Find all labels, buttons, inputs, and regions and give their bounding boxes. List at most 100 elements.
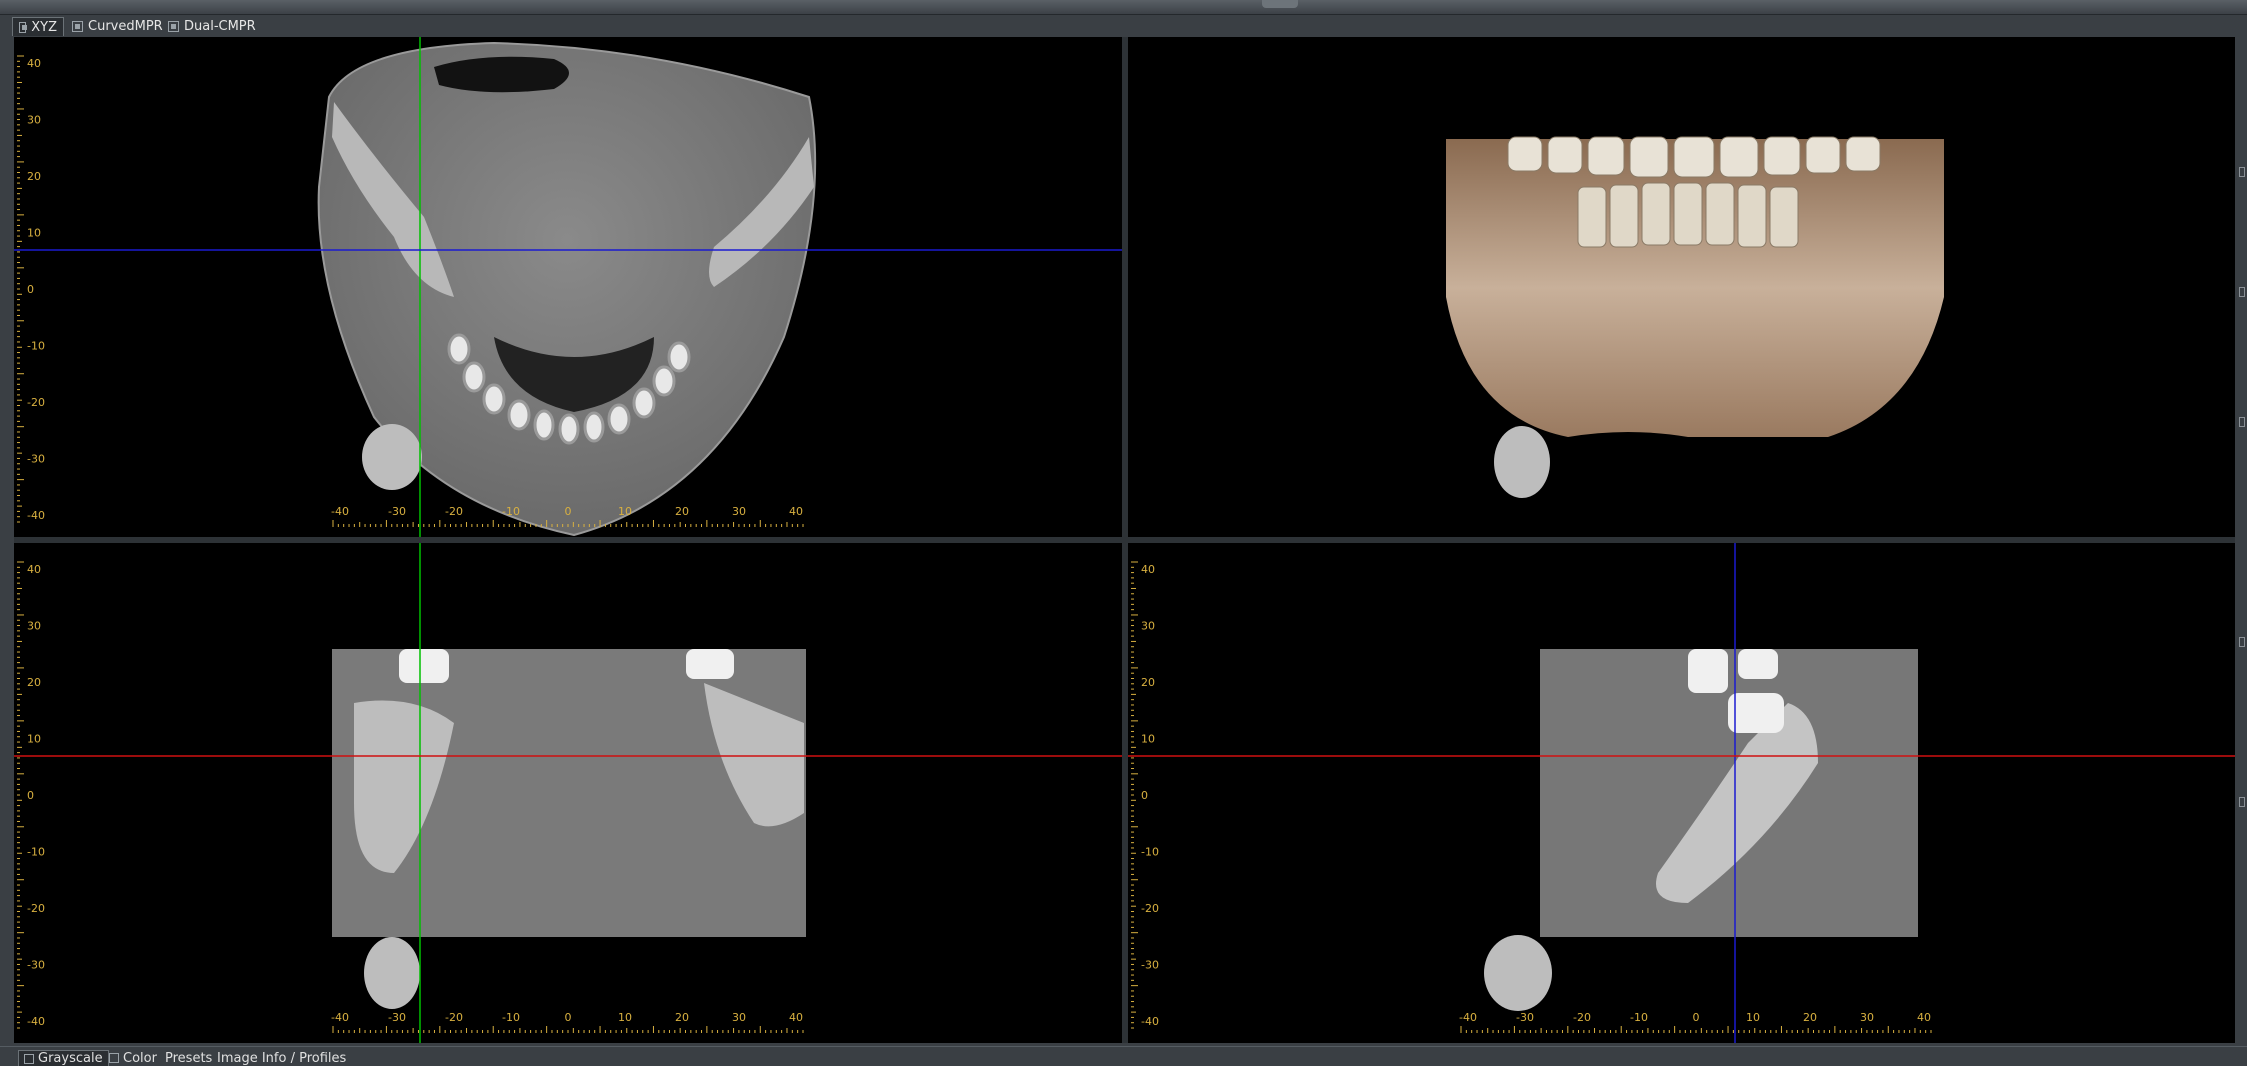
- ruler-tick-label: 20: [27, 676, 41, 689]
- ruler-tick-label: 30: [27, 114, 41, 127]
- ruler-tick-label: -20: [445, 505, 463, 518]
- volume-3d-svg: [1446, 136, 1944, 498]
- side-marker[interactable]: [2239, 167, 2245, 177]
- ruler-tick-label: 40: [1917, 1011, 1931, 1024]
- ruler-tick-label: 30: [27, 620, 41, 633]
- sagittal-svg: 40 30 20 10 0 -10 -20 -30 -40 -40 -30 -20 -10 0 10 20 3…: [1128, 543, 2235, 1043]
- side-marker[interactable]: [2239, 637, 2245, 647]
- side-marker[interactable]: [2239, 797, 2245, 807]
- ruler-tick-label: -30: [27, 959, 45, 972]
- head-profile-orientation-icon: [1484, 935, 1552, 1011]
- ruler-tick-label: 40: [27, 563, 41, 576]
- tab-curvedmpr[interactable]: CurvedMPR: [66, 17, 169, 36]
- tab-image-info-label: Image Info / Profiles: [217, 1050, 347, 1066]
- ruler-tick-label: -40: [331, 505, 349, 518]
- ruler-tick-label: -10: [1630, 1011, 1648, 1024]
- upper-teeth-row: [1507, 136, 1881, 178]
- ruler-tick-label: -20: [1573, 1011, 1591, 1024]
- ruler-tick-label: -40: [27, 1015, 45, 1028]
- ruler-tick-label: -40: [1459, 1011, 1477, 1024]
- ruler-tick-label: 0: [565, 1011, 572, 1024]
- ruler-tick-label: -10: [1141, 846, 1159, 859]
- ruler-tick-label: 0: [1693, 1011, 1700, 1024]
- ruler-tick-label: -30: [388, 505, 406, 518]
- ruler-tick-label: 30: [732, 505, 746, 518]
- ruler-tick-label: 20: [1141, 676, 1155, 689]
- tab-dual-cmpr-label: Dual-CMPR: [184, 19, 256, 34]
- ruler-tick-label: -40: [1141, 1015, 1159, 1028]
- tab-xyz-label: XYZ: [31, 19, 57, 35]
- side-marker[interactable]: [2239, 287, 2245, 297]
- sagittal-vertical-ruler: 40 30 20 10 0 -10 -20 -30 -40: [1131, 561, 1159, 1029]
- tab-presets-label: Presets: [165, 1050, 213, 1066]
- ruler-tick-label: 0: [565, 505, 572, 518]
- ruler-tick-label: 20: [675, 505, 689, 518]
- airway: [434, 56, 569, 93]
- sagittal-viewport[interactable]: 40 30 20 10 0 -10 -20 -30 -40 -40 -30 -20 -10 0 10 20 3…: [1128, 543, 2235, 1043]
- tab-presets[interactable]: Presets: [160, 1050, 217, 1066]
- ruler-tick-label: 40: [27, 57, 41, 70]
- ruler-tick-label: -40: [27, 509, 45, 522]
- ruler-tick-label: -10: [502, 1011, 520, 1024]
- ruler-tick-label: -20: [1141, 902, 1159, 915]
- tab-curvedmpr-label: CurvedMPR: [88, 19, 163, 34]
- coronal-horizontal-ruler: -40 -30 -20 -10 0 10 20 30 40: [331, 1011, 804, 1033]
- ruler-tick-label: -30: [388, 1011, 406, 1024]
- tab-color[interactable]: Color: [104, 1050, 162, 1066]
- volume-3d-viewport[interactable]: [1128, 37, 2235, 537]
- face-orientation-icon: [1494, 426, 1550, 498]
- ruler-tick-label: -30: [1516, 1011, 1534, 1024]
- right-edge-strip: [2237, 37, 2247, 1043]
- ruler-tick-label: -10: [27, 846, 45, 859]
- ruler-tick-label: 30: [732, 1011, 746, 1024]
- curve-icon: [72, 21, 83, 32]
- ruler-tick-label: 40: [789, 505, 803, 518]
- sagittal-horizontal-ruler: -40 -30 -20 -10 0 10 20 30 40: [1459, 1011, 1932, 1033]
- ruler-tick-label: 40: [1141, 563, 1155, 576]
- axial-vertical-ruler: 40 30 20 10 0 -10 -20 -30 -40: [17, 55, 45, 523]
- ruler-tick-label: -10: [27, 340, 45, 353]
- side-marker[interactable]: [2239, 417, 2245, 427]
- tab-xyz[interactable]: XYZ: [12, 17, 64, 36]
- ruler-tick-label: 30: [1141, 620, 1155, 633]
- ruler-tick-label: 40: [789, 1011, 803, 1024]
- ruler-tick-label: -20: [27, 902, 45, 915]
- axial-viewport[interactable]: 40 30 20 10 0 -10 -20 -30 -40 -40 -30 -20 -10 0 10 20 3…: [14, 37, 1122, 537]
- ruler-tick-label: 20: [27, 170, 41, 183]
- ruler-tick-label: 20: [675, 1011, 689, 1024]
- ruler-tick-label: -40: [331, 1011, 349, 1024]
- ruler-tick-label: 0: [1141, 789, 1148, 802]
- dual-panel-icon: [168, 21, 179, 32]
- ruler-tick-label: -10: [502, 505, 520, 518]
- ruler-tick-label: 30: [1860, 1011, 1874, 1024]
- axial-svg: 40 30 20 10 0 -10 -20 -30 -40 -40 -30 -20 -10 0 10 20 3…: [14, 37, 1122, 537]
- ruler-tick-label: 10: [27, 227, 41, 240]
- tab-image-info[interactable]: Image Info / Profiles: [212, 1050, 351, 1066]
- ruler-tick-label: 20: [1803, 1011, 1817, 1024]
- ruler-tick-label: 0: [27, 283, 34, 296]
- ruler-tick-label: 10: [618, 505, 632, 518]
- color-icon: [109, 1053, 119, 1063]
- left-edge-strip: [0, 37, 14, 1043]
- ruler-tick-label: -20: [445, 1011, 463, 1024]
- tab-dual-cmpr[interactable]: Dual-CMPR: [162, 17, 262, 36]
- ruler-tick-label: -30: [1141, 959, 1159, 972]
- ruler-tick-label: -30: [27, 453, 45, 466]
- window-top-strip: [0, 0, 2247, 15]
- ruler-tick-label: 10: [618, 1011, 632, 1024]
- view-mode-tabbar: XYZ CurvedMPR Dual-CMPR: [0, 15, 2247, 37]
- coronal-svg: 40 30 20 10 0 -10 -20 -30 -40 -40 -30 -20 -10 0 10 20 3…: [14, 543, 1122, 1043]
- tab-grayscale[interactable]: Grayscale: [18, 1050, 109, 1066]
- splitter-grip[interactable]: [1262, 0, 1298, 8]
- orientation-head-icon: [362, 424, 422, 490]
- ruler-tick-label: -20: [27, 396, 45, 409]
- coronal-viewport[interactable]: 40 30 20 10 0 -10 -20 -30 -40 -40 -30 -20 -10 0 10 20 3…: [14, 543, 1122, 1043]
- face-orientation-icon: [364, 937, 420, 1009]
- grayscale-icon: [24, 1053, 34, 1064]
- viewport-grid: 40 30 20 10 0 -10 -20 -30 -40 -40 -30 -20 -10 0 10 20 3…: [14, 37, 2235, 1043]
- tab-grayscale-label: Grayscale: [38, 1051, 103, 1066]
- ruler-tick-label: 10: [27, 733, 41, 746]
- ruler-tick-label: 10: [1746, 1011, 1760, 1024]
- ruler-tick-label: 0: [27, 789, 34, 802]
- grid-icon: [19, 21, 28, 33]
